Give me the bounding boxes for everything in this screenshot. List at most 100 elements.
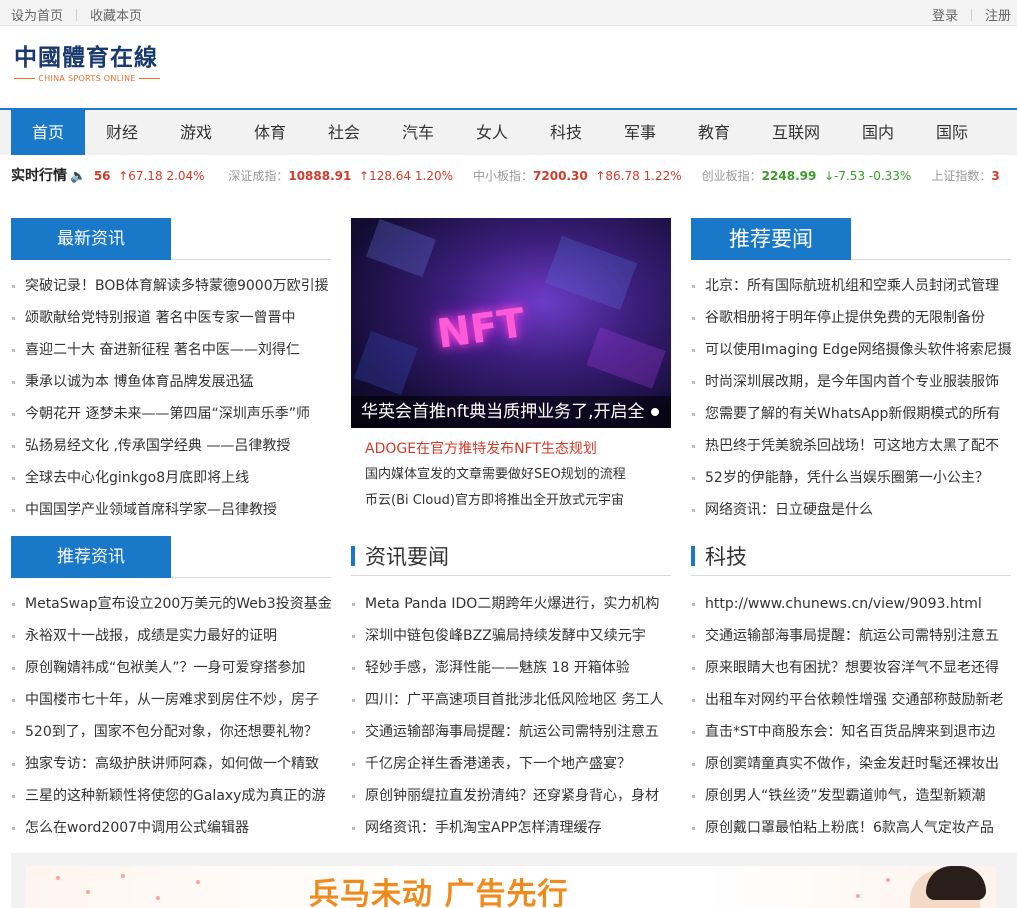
- ad-decoration: [196, 880, 200, 884]
- nav-item[interactable]: 体育: [233, 110, 307, 155]
- nav-item[interactable]: 教育: [677, 110, 751, 155]
- news-item[interactable]: ADOGE在官方推特发布NFT生态规划: [351, 436, 671, 462]
- news-item[interactable]: 轻妙手感，澎湃性能——魅族 18 开箱体验: [351, 652, 671, 684]
- nav-item[interactable]: 女人: [455, 110, 529, 155]
- feature-caption[interactable]: 华英会首推nft典当质押业务了,开启全: [351, 396, 671, 428]
- login-link[interactable]: 登录: [932, 9, 958, 24]
- news-item[interactable]: 三星的这种新颖性将使您的Galaxy成为真正的游: [11, 780, 331, 812]
- news-item[interactable]: 怎么在word2007中调用公式编辑器: [11, 812, 331, 844]
- news-item[interactable]: 秉承以诚为本 博鱼体育品牌发展迅猛: [11, 366, 331, 398]
- news-item[interactable]: 永裕双十一战报，成绩是实力最好的证明: [11, 620, 331, 652]
- news-item[interactable]: 您需要了解的有关WhatsApp新假期模式的所有: [691, 398, 1011, 430]
- image-shard: [586, 327, 666, 389]
- news-item[interactable]: 出租车对网约平台依赖性增强 交通部称鼓励新老: [691, 684, 1011, 716]
- nav-item[interactable]: 互联网: [751, 110, 841, 155]
- speaker-icon[interactable]: 🔈: [70, 161, 86, 192]
- news-item[interactable]: http://www.chunews.cn/view/9093.html: [691, 588, 1011, 620]
- ticker-index-name: 中小板指：: [473, 169, 534, 183]
- ticker-item: 创业板指：2248.99 ↓-7.53 -0.33%: [702, 169, 912, 183]
- header: 中國體育在線 CHINA SPORTS ONLINE: [0, 26, 1017, 108]
- news-item[interactable]: 原创鞠婧祎成“包袱美人”？一身可爱穿搭参加: [11, 652, 331, 684]
- news-item[interactable]: 四川：广平高速项目首批涉北低风险地区 务工人: [351, 684, 671, 716]
- news-item[interactable]: 突破记录！BOB体育解读多特蒙德9000万欧引援: [11, 270, 331, 302]
- nav-item[interactable]: 游戏: [159, 110, 233, 155]
- news-item[interactable]: 网络资讯：日立硬盘是什么: [691, 494, 1011, 526]
- top-bar-right: 登录 注册: [932, 5, 1011, 24]
- ad-banner[interactable]: 兵马未动 广告先行: [26, 866, 996, 908]
- top-bar-left: 设为首页 收藏本页: [11, 5, 142, 24]
- nav-item[interactable]: 军事: [603, 110, 677, 155]
- news-item[interactable]: 原创钟丽缇拉直发扮清纯？还穿紧身背心，身材: [351, 780, 671, 812]
- news-item[interactable]: MetaSwap宣布设立200万美元的Web3投资基金: [11, 588, 331, 620]
- news-item[interactable]: 520到了，国家不包分配对象，你还想要礼物？: [11, 716, 331, 748]
- news-item[interactable]: 热巴终于凭美貌杀回战场！可这地方太黑了配不: [691, 430, 1011, 462]
- news-item[interactable]: 原创男人“铁丝烫”发型霸道帅气，造型新颖潮: [691, 780, 1011, 812]
- news-item[interactable]: 中国国学产业领域首席科学家—吕律教授: [11, 494, 331, 526]
- divider: [970, 9, 972, 21]
- latest-news-title[interactable]: 最新资讯: [11, 218, 171, 260]
- news-item[interactable]: 颂歌献给党特别报道 著名中医专家一曾晋中: [11, 302, 331, 334]
- image-shard: [353, 330, 419, 396]
- tech-title[interactable]: 科技: [705, 541, 747, 571]
- news-item[interactable]: 深圳中链包俊峰BZZ骗局持续发酵中又续元宇: [351, 620, 671, 652]
- news-item[interactable]: 北京：所有国际航班机组和空乘人员封闭式管理: [691, 270, 1011, 302]
- register-link[interactable]: 注册: [985, 9, 1011, 24]
- news-item[interactable]: 可以使用Imaging Edge网络摄像头软件将索尼摄: [691, 334, 1011, 366]
- news-item[interactable]: 原创窦靖童真实不做作，染金发赶时髦还裸妆出: [691, 748, 1011, 780]
- news-item[interactable]: 交通运输部海事局提醒：航运公司需特别注意五: [691, 620, 1011, 652]
- slide-indicator[interactable]: [651, 408, 659, 416]
- info-news-title[interactable]: 资讯要闻: [365, 541, 449, 571]
- ticker-index-name: 创业板指：: [701, 169, 762, 183]
- nav-item[interactable]: 财经: [85, 110, 159, 155]
- recommend-news-header: 推荐要闻: [691, 218, 1011, 260]
- ticker-index-value: 10888.91: [288, 169, 352, 183]
- nav-item[interactable]: 国内: [841, 110, 915, 155]
- nav-item[interactable]: 社会: [307, 110, 381, 155]
- title-bar: [691, 546, 695, 566]
- nav-item[interactable]: 首页: [11, 110, 85, 155]
- news-item[interactable]: 今朝花开 逐梦未来——第四届“深圳声乐季”师: [11, 398, 331, 430]
- ad-model-hair: [926, 866, 986, 900]
- latest-news-section: 最新资讯 突破记录！BOB体育解读多特蒙德9000万欧引援 颂歌献给党特别报道 著…: [11, 218, 331, 526]
- news-item[interactable]: Meta Panda IDO二期跨年火爆进行，实力机构: [351, 588, 671, 620]
- news-item[interactable]: 谷歌相册将于明年停止提供免费的无限制备份: [691, 302, 1011, 334]
- ticker-items: 深证成指：10888.91 ↑128.64 1.20% 中小板指：7200.30 …: [228, 169, 1000, 183]
- ticker-index-name: 深证成指：: [228, 169, 289, 183]
- nav-item[interactable]: 科技: [529, 110, 603, 155]
- logo-en-text: CHINA SPORTS ONLINE: [38, 74, 136, 83]
- news-item[interactable]: 网络资讯：手机淘宝APP怎样清理缓存: [351, 812, 671, 844]
- news-item[interactable]: 原来眼睛大也有困扰？想要妆容洋气不显老还得: [691, 652, 1011, 684]
- set-home-link[interactable]: 设为首页: [11, 9, 63, 24]
- ticker-index-change: ↓-7.53 -0.33%: [823, 169, 912, 183]
- recommend-news-title[interactable]: 推荐要闻: [691, 218, 851, 260]
- ad-decoration: [886, 878, 890, 882]
- ad-text: 兵马未动 广告先行: [309, 877, 569, 908]
- news-item[interactable]: 直击*ST中商股东会：知名百货品牌来到退市边: [691, 716, 1011, 748]
- news-item[interactable]: 中国楼市七十年，从一房难求到房住不炒，房子: [11, 684, 331, 716]
- news-item[interactable]: 千亿房企祥生香港递表，下一个地产盛宴？: [351, 748, 671, 780]
- news-item[interactable]: 币云(Bi Cloud)官方即将推出全开放式元宇宙: [351, 488, 671, 514]
- feature-links: ADOGE在官方推特发布NFT生态规划 国内媒体宣发的文章需要做好SEO规划的流程…: [351, 436, 671, 514]
- news-item[interactable]: 原创戴口罩最怕粘上粉底！6款高人气定妆产品: [691, 812, 1011, 844]
- ticker-index-value: 3186.41: [991, 169, 1000, 183]
- news-item[interactable]: 时尚深圳展改期，是今年国内首个专业服装服饰: [691, 366, 1011, 398]
- logo-line-left: [14, 78, 36, 79]
- ticker-item: 中小板指：7200.30 ↑86.78 1.22%: [473, 169, 682, 183]
- news-item[interactable]: 52岁的伊能静，凭什么当娱乐圈第一小公主？: [691, 462, 1011, 494]
- nav-item[interactable]: 汽车: [381, 110, 455, 155]
- news-item[interactable]: 独家专访：高级护肤讲师阿森，如何做一个精致: [11, 748, 331, 780]
- recommend-news-list: 北京：所有国际航班机组和空乘人员封闭式管理 谷歌相册将于明年停止提供免费的无限制备…: [691, 270, 1011, 526]
- site-logo[interactable]: 中國體育在線 CHINA SPORTS ONLINE: [14, 45, 161, 83]
- recommend-info-title[interactable]: 推荐资讯: [11, 536, 171, 578]
- news-item[interactable]: 交通运输部海事局提醒：航运公司需特别注意五: [351, 716, 671, 748]
- news-item[interactable]: 全球去中心化ginkgo8月底即将上线: [11, 462, 331, 494]
- feature-slideshow[interactable]: NFT 华英会首推nft典当质押业务了,开启全: [351, 218, 671, 428]
- tech-section: 科技 http://www.chunews.cn/view/9093.html 交…: [691, 536, 1011, 844]
- logo-en-row: CHINA SPORTS ONLINE: [14, 74, 161, 83]
- bookmark-link[interactable]: 收藏本页: [90, 9, 142, 24]
- nav-item[interactable]: 国际: [915, 110, 989, 155]
- news-item[interactable]: 喜迎二十大 奋进新征程 著名中医——刘得仁: [11, 334, 331, 366]
- news-item[interactable]: 国内媒体宣发的文章需要做好SEO规划的流程: [351, 462, 671, 488]
- news-item[interactable]: 弘扬易经文化 ,传承国学经典 ——吕律教授: [11, 430, 331, 462]
- title-bar: [351, 546, 355, 566]
